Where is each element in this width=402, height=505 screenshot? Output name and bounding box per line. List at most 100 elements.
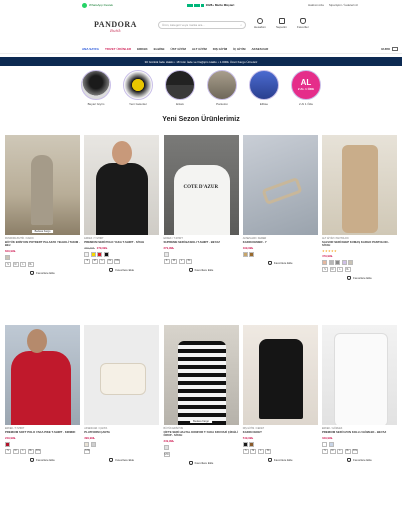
color-swatch[interactable]: [322, 441, 327, 447]
product-name[interactable]: SUPREME SERİ BASKILI T-SHIRT - BEYAZ: [164, 240, 239, 244]
add-to-favorites-button[interactable]: Favorilere Ekle: [243, 260, 318, 265]
size-option[interactable]: XL: [344, 448, 351, 454]
cart-button[interactable]: Sepetim: [276, 18, 287, 29]
color-swatch[interactable]: [242, 441, 248, 447]
size-option[interactable]: S: [5, 448, 11, 454]
size-option[interactable]: S: [84, 258, 91, 264]
product-card[interactable]: ERKEK / T-SHIRTSUPREME SERİ BASKILI T-SH…: [163, 135, 239, 280]
product-name[interactable]: PREMIUM SERİ POLO YAKA T-SHIRT - SİYAH: [84, 240, 159, 244]
color-swatch[interactable]: [84, 441, 90, 447]
size-option[interactable]: XL: [265, 448, 272, 454]
category-yeni-gelenler[interactable]: Yeni Gelenler: [123, 70, 153, 110]
product-card[interactable]: Bedava Kargo PANDORA BUTİK / KADIN BÜYÜK E…: [5, 135, 80, 280]
product-name[interactable]: KADIN CEKET: [243, 430, 318, 434]
color-swatch[interactable]: [249, 441, 255, 447]
category-beyaz-giyim[interactable]: Beyaz Giyim: [81, 70, 111, 110]
nav-ust-giyim[interactable]: ÜST GİYİM: [170, 47, 185, 51]
size-option[interactable]: M: [91, 258, 98, 264]
size-option[interactable]: S: [163, 258, 170, 264]
product-name[interactable]: BÜYÜK EDİSYON POTDERT PALAZZO YELEKLİ TA…: [5, 240, 80, 248]
size-option[interactable]: S: [322, 448, 328, 454]
add-to-favorites-button[interactable]: Favorilere Ekle: [164, 461, 239, 466]
color-swatch[interactable]: [249, 251, 255, 257]
color-swatch[interactable]: [341, 260, 347, 266]
size-option[interactable]: STD: [163, 452, 170, 458]
product-name[interactable]: SALVOR SERİ KEEP KUMAŞ KARGO PANTOLON - …: [322, 240, 397, 248]
size-option[interactable]: L: [257, 448, 264, 454]
color-swatch[interactable]: [90, 251, 96, 257]
size-option[interactable]: L: [337, 267, 343, 273]
add-to-favorites-button[interactable]: Favorilere Ekle: [322, 276, 397, 281]
size-option[interactable]: L: [99, 258, 106, 264]
add-to-favorites-button[interactable]: Favorilere Ekle: [5, 271, 80, 276]
color-swatch[interactable]: [103, 251, 109, 257]
add-to-favorites-button[interactable]: Favorilere Ekle: [84, 267, 159, 272]
size-option[interactable]: XXL: [352, 448, 358, 454]
color-swatch[interactable]: [348, 260, 353, 266]
product-name[interactable]: KADIN KEMER - Y: [243, 240, 318, 244]
size-option[interactable]: L: [20, 262, 26, 268]
category-elbise[interactable]: Elbise: [249, 70, 279, 110]
product-name[interactable]: PLATFORM ÇANTA: [84, 430, 159, 434]
currency-selector[interactable]: EURO: [381, 46, 398, 51]
color-swatch[interactable]: [335, 260, 340, 266]
size-option[interactable]: S: [242, 448, 249, 454]
product-card[interactable]: DIŞ GİYİM / CEKET KADIN CEKET 549,99₺ S M L XL…: [242, 325, 318, 465]
color-swatch[interactable]: [322, 260, 327, 266]
size-option[interactable]: L: [20, 448, 26, 454]
logo[interactable]: PANDORA Butik: [94, 21, 137, 33]
search-icon[interactable]: ⌕: [240, 23, 242, 27]
color-swatch[interactable]: [90, 441, 96, 447]
product-image[interactable]: Bedava Kargo: [5, 135, 80, 235]
orders-link[interactable]: Siparişimi / İadeleriniz: [329, 3, 358, 7]
size-option[interactable]: XL: [186, 258, 192, 264]
size-option[interactable]: M: [171, 258, 177, 264]
category-2al1ode[interactable]: AL 2 AL 1 ÖDE 2 Al 1 Öde: [291, 70, 321, 110]
product-image[interactable]: [322, 325, 397, 425]
product-card[interactable]: AKSESUAR / ÇANTA PLATFORM ÇANTA 399,99₺ STD…: [84, 325, 160, 465]
color-swatch[interactable]: [328, 441, 334, 447]
nav-aksesuar[interactable]: AKSESUAR: [251, 47, 268, 51]
product-image[interactable]: [84, 135, 160, 235]
product-card[interactable]: ERKEK / GÖMLEK PREMIUM SERİ UZUN KOLLU GÖ…: [322, 325, 397, 465]
product-card[interactable]: AKSESUAR / KEMER KADIN KEMER - Y 199,99₺ Fa…: [242, 135, 318, 280]
color-swatch[interactable]: [242, 251, 248, 257]
size-option[interactable]: XL: [27, 448, 34, 454]
nav-trivet[interactable]: TRIVET ÜRÜNLER: [105, 47, 131, 51]
account-button[interactable]: Hesabım: [254, 18, 266, 29]
search-input[interactable]: Ürün, kategori veya marka ara... ⌕: [158, 21, 246, 29]
product-image[interactable]: [84, 325, 160, 425]
add-to-favorites-button[interactable]: Favorilere Ekle: [322, 457, 397, 462]
product-card[interactable]: Bedava Kargo BÜYÜK EDİSYON ÇİFTE SERİ HALT…: [163, 325, 239, 466]
size-option[interactable]: M: [12, 448, 19, 454]
size-option[interactable]: STD: [84, 448, 91, 454]
product-image[interactable]: [322, 135, 397, 235]
nav-elbise[interactable]: ELBİSE: [154, 47, 165, 51]
add-to-favorites-button[interactable]: Favorilere Ekle: [5, 457, 80, 462]
size-option[interactable]: S: [5, 262, 11, 268]
size-option[interactable]: M: [12, 262, 19, 268]
product-card[interactable]: ALT GİYİM / PANTOLON SALVOR SERİ KEEP KUM…: [322, 135, 397, 281]
add-to-favorites-button[interactable]: Favorilere Ekle: [164, 267, 239, 272]
size-option[interactable]: L: [178, 258, 185, 264]
color-swatch[interactable]: [5, 255, 10, 261]
product-name[interactable]: PREMIUM SOFT POLO YAKA PIKE T-SHIRT - KI…: [5, 430, 80, 434]
color-swatch[interactable]: [84, 251, 90, 257]
nav-dis-giyim[interactable]: DIŞ GİYİM: [213, 47, 227, 51]
product-image[interactable]: [242, 325, 318, 425]
product-card[interactable]: ERKEK / T-SHIRT PREMIUM SERİ POLO YAKA T-…: [84, 135, 160, 280]
size-option[interactable]: XL: [344, 267, 351, 273]
size-option[interactable]: M: [329, 267, 336, 273]
color-swatch[interactable]: [5, 441, 10, 447]
add-to-favorites-button[interactable]: Favorilere Ekle: [84, 457, 159, 462]
product-image[interactable]: [163, 135, 239, 235]
nav-ic-giyim[interactable]: İÇ GİYİM: [233, 47, 245, 51]
size-option[interactable]: S: [322, 267, 328, 273]
add-to-favorites-button[interactable]: Favorilere Ekle: [243, 457, 318, 462]
about-link[interactable]: Hakkımızda: [308, 3, 324, 7]
size-option[interactable]: XL: [106, 258, 113, 264]
product-card[interactable]: ERKEK / T-SHIRT PREMIUM SOFT POLO YAKA PI…: [5, 325, 80, 465]
size-option[interactable]: XL: [27, 262, 34, 268]
whatsapp-link[interactable]: WhatsApp Destek: [82, 2, 113, 8]
favorites-button[interactable]: Favoriler: [297, 18, 309, 29]
